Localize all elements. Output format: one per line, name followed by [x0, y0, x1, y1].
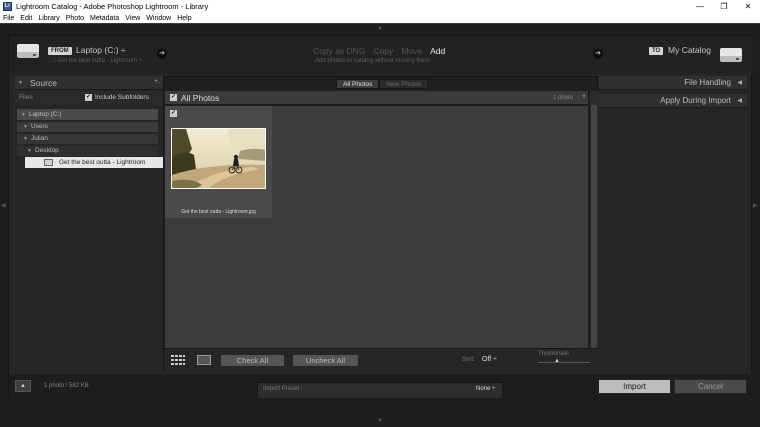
- import-mode-selector: Copy as DNG Copy Move Add: [313, 46, 445, 56]
- files-options-row: Files ✓ Include Subfolders: [15, 91, 164, 105]
- menu-metadata[interactable]: Metadata: [90, 15, 119, 22]
- files-label: Files: [19, 94, 33, 101]
- import-button[interactable]: Import: [598, 379, 671, 394]
- to-badge: TO: [649, 47, 664, 55]
- sort-label: Sort:: [462, 357, 475, 363]
- photo-count: 1 photo: [553, 95, 574, 101]
- source-panel: ▼ Source +. Files ✓ Include Subfolders ▼…: [15, 76, 170, 371]
- file-handling-header[interactable]: File Handling ◀: [599, 76, 747, 90]
- thumbnails-label: Thumbnails: [538, 351, 570, 357]
- menu-help[interactable]: Help: [177, 15, 191, 22]
- source-title: Source: [30, 78, 57, 88]
- mode-copy-as-dng[interactable]: Copy as DNG: [313, 46, 365, 56]
- grid-title: All Photos: [181, 93, 220, 103]
- tree-item-julian[interactable]: ▼ Julian: [17, 134, 158, 144]
- select-all-checkbox[interactable]: ✓: [170, 94, 177, 101]
- menu-file[interactable]: File: [3, 15, 14, 22]
- import-status: 1 photo / 582 KB: [44, 383, 89, 389]
- menu-window[interactable]: Window: [146, 15, 171, 22]
- folder-tree: ▼ Laptop (C:) ▼ Users ▼ Julian ▼ Desktop Get…: [17, 107, 170, 193]
- catalog-drive-icon: [720, 48, 742, 62]
- thumbnail-size-slider[interactable]: [538, 362, 590, 363]
- lightroom-app-icon: Lr: [3, 2, 12, 11]
- source-panel-header[interactable]: ▼ Source +.: [15, 76, 164, 90]
- apply-during-import-header[interactable]: Apply During Import ◀: [599, 94, 747, 108]
- restore-button[interactable]: ❐: [712, 0, 736, 13]
- menu-edit[interactable]: Edit: [20, 15, 32, 22]
- disclosure-triangle-icon: ▼: [21, 112, 26, 118]
- disclosure-triangle-icon: ▼: [27, 148, 32, 154]
- grid-scrollbar[interactable]: [589, 91, 598, 348]
- destination-arrow-icon: ➔: [593, 49, 603, 59]
- tree-item-laptop[interactable]: ▼ Laptop (C:): [17, 109, 158, 120]
- import-header: FROM Laptop (C:) ÷ ...\ Get the best out…: [9, 36, 753, 74]
- photo-thumbnail[interactable]: [171, 128, 266, 189]
- include-subfolders-label[interactable]: Include Subfolders: [95, 94, 149, 101]
- top-divider: [0, 23, 760, 24]
- grid-menu-icon[interactable]: ▼: [581, 94, 587, 100]
- tree-item-desktop[interactable]: ▼ Desktop: [17, 146, 158, 156]
- photo-checkbox[interactable]: ✓: [170, 110, 177, 117]
- grid-view-icon[interactable]: [171, 355, 185, 365]
- source-path[interactable]: ...\ Get the best outta - Lightroom ÷: [49, 58, 142, 64]
- bottom-panel-arrow-icon[interactable]: ▼: [377, 418, 383, 424]
- import-preset-label: Import Preset :: [263, 386, 303, 392]
- grid-filter-tabs: All Photos New Photos: [336, 79, 429, 89]
- cancel-button[interactable]: Cancel: [674, 379, 747, 394]
- menu-photo[interactable]: Photo: [66, 15, 84, 22]
- window-controls: — ❐ ✕: [688, 0, 760, 13]
- photo-image: [172, 129, 265, 188]
- left-panel-arrow-icon[interactable]: ◀: [1, 202, 6, 209]
- window-title: Lightroom Catalog - Adobe Photoshop Ligh…: [16, 2, 209, 11]
- slider-handle-icon[interactable]: ▲: [554, 358, 560, 364]
- tab-all-photos[interactable]: All Photos: [336, 79, 380, 89]
- scrollbar-thumb[interactable]: [591, 105, 597, 348]
- mode-copy[interactable]: Copy: [373, 46, 393, 56]
- photo-cell[interactable]: ✓ Get the best outta - Lightroom.jpg: [165, 106, 272, 218]
- source-drive-icon: [17, 44, 39, 58]
- tab-new-photos[interactable]: New Photos: [379, 79, 429, 89]
- mode-move[interactable]: Move: [401, 46, 422, 56]
- collapse-triangle-icon[interactable]: ▼: [18, 80, 23, 86]
- window-titlebar: Lr Lightroom Catalog - Adobe Photoshop L…: [0, 0, 760, 13]
- import-preset-bar: Import Preset : None ÷: [257, 382, 503, 398]
- tree-item-users[interactable]: ▼ Users: [17, 122, 158, 132]
- top-panel-arrow-icon[interactable]: ▲: [377, 25, 383, 31]
- sort-dropdown[interactable]: Off ÷: [482, 356, 497, 363]
- menu-library[interactable]: Library: [38, 15, 59, 22]
- uncheck-all-button[interactable]: Uncheck All: [292, 354, 359, 367]
- expand-triangle-icon: ◀: [737, 98, 742, 104]
- include-subfolders-checkbox[interactable]: ✓: [85, 94, 92, 101]
- grid-header: ✓ All Photos 1 photo ▼: [165, 91, 588, 105]
- import-dialog: FROM Laptop (C:) ÷ ...\ Get the best out…: [8, 35, 753, 399]
- add-source-icon[interactable]: +.: [154, 78, 160, 85]
- minimize-button[interactable]: —: [688, 0, 712, 13]
- mode-add[interactable]: Add: [430, 46, 445, 56]
- source-drive-selector[interactable]: Laptop (C:) ÷: [76, 45, 126, 55]
- check-all-button[interactable]: Check All: [220, 354, 285, 367]
- disclosure-triangle-icon: ▼: [23, 124, 28, 130]
- destination-catalog: My Catalog: [668, 45, 711, 55]
- photo-grid: ✓ Get the best outta - Lightroom.jpg: [165, 106, 588, 348]
- photo-grid-area: All Photos New Photos ✓ All Photos 1 pho…: [163, 76, 598, 371]
- photo-filename: Get the best outta - Lightroom.jpg: [181, 209, 256, 215]
- grid-toolbar: Check All Uncheck All Sort: Off ÷ Thumbn…: [164, 348, 598, 371]
- import-preset-dropdown[interactable]: None ÷: [476, 386, 495, 392]
- close-button[interactable]: ✕: [736, 0, 760, 13]
- loupe-view-icon[interactable]: [197, 355, 211, 365]
- from-badge: FROM: [48, 47, 72, 55]
- mode-description: Add photos to catalog without moving the…: [315, 58, 430, 64]
- menu-bar: File Edit Library Photo Metadata View Wi…: [0, 13, 760, 23]
- options-panel: File Handling ◀ Apply During Import ◀: [599, 76, 747, 371]
- right-panel-arrow-icon[interactable]: ▶: [753, 202, 758, 209]
- tree-item-selected-folder[interactable]: Get the best outta - Lightroom: [25, 157, 170, 168]
- source-arrow-icon: ➔: [157, 49, 167, 59]
- expand-triangle-icon: ◀: [737, 80, 742, 86]
- expand-dialog-button[interactable]: ▲: [15, 380, 31, 392]
- folder-icon: [44, 159, 53, 166]
- menu-view[interactable]: View: [125, 15, 140, 22]
- disclosure-triangle-icon: ▼: [23, 136, 28, 142]
